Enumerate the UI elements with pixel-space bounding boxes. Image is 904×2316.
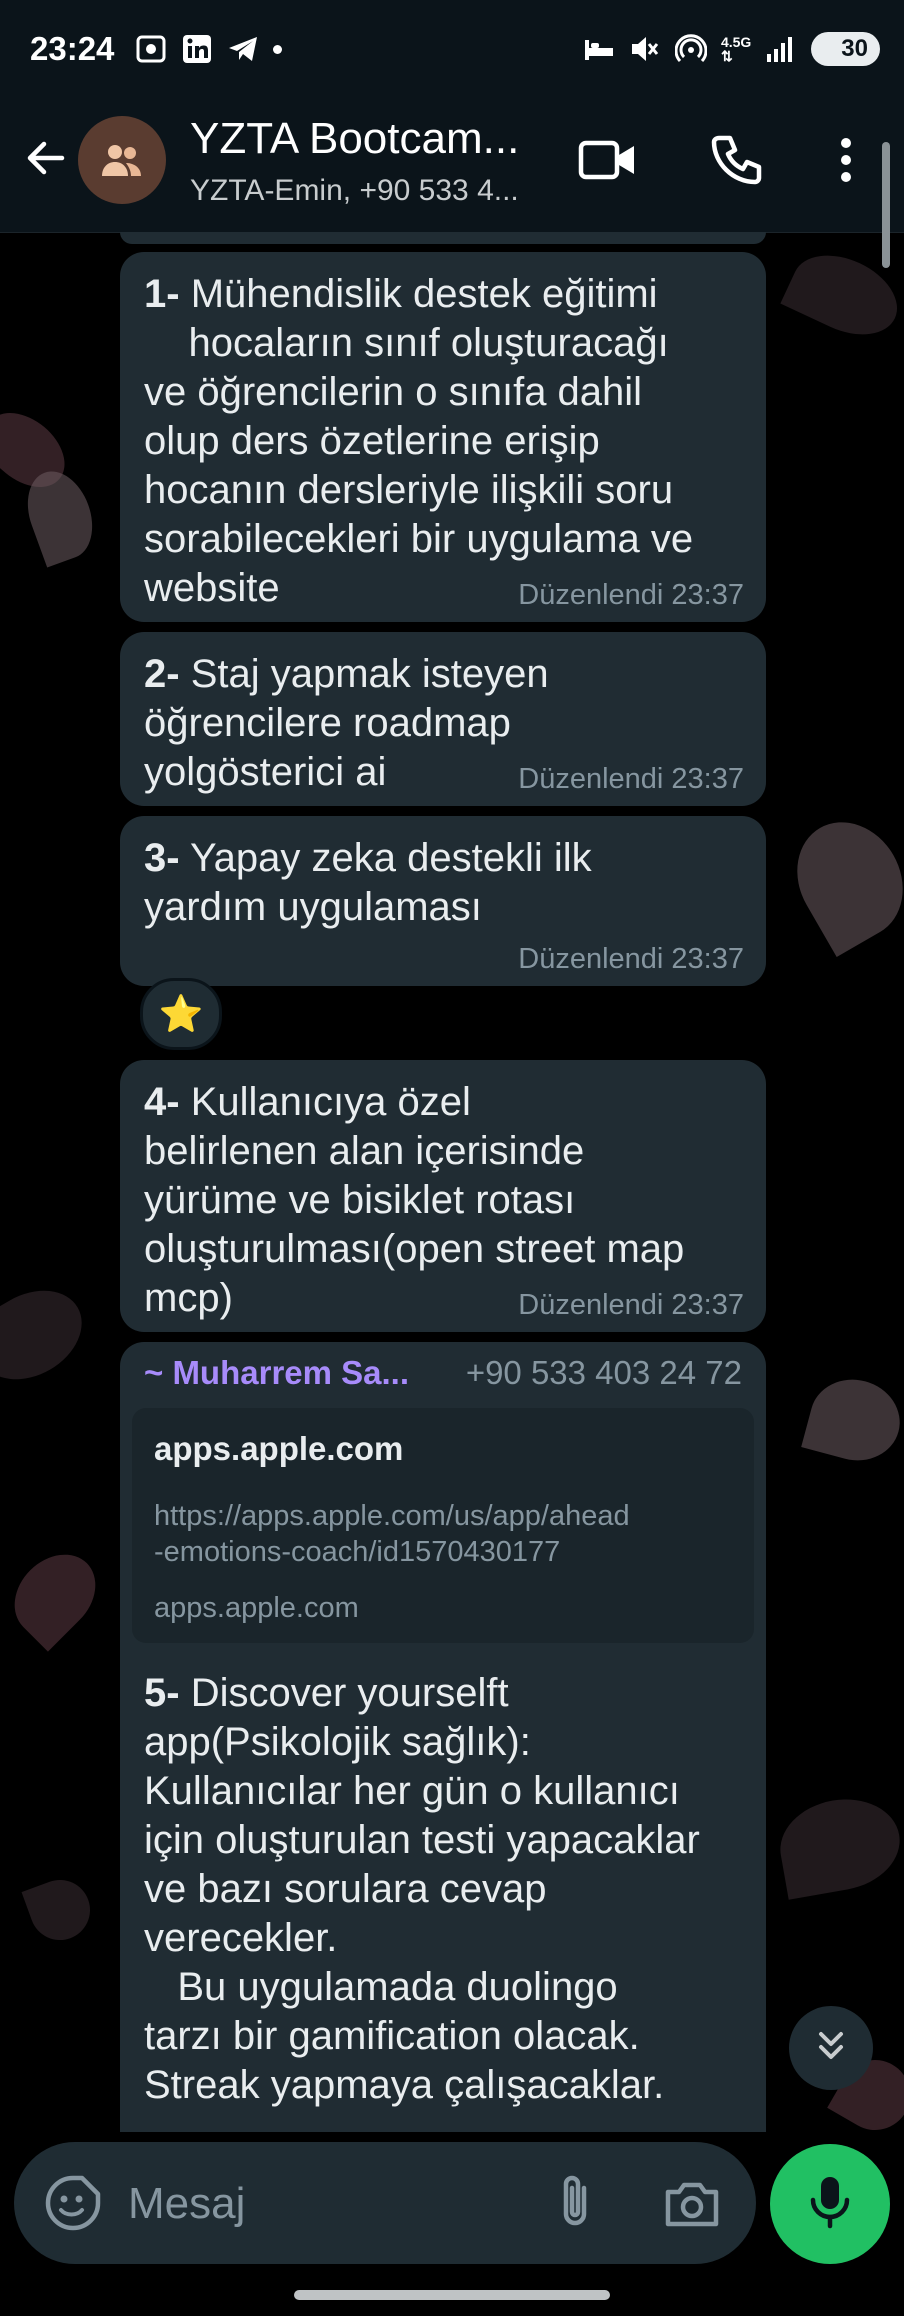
hotspot-icon	[674, 34, 708, 64]
more-vert-icon[interactable]	[814, 128, 878, 192]
link-title: apps.apple.com	[154, 1430, 404, 1467]
message-bubble[interactable]: ~ Muharrem Sa... +90 533 403 24 72 apps.…	[120, 1342, 766, 2132]
message-meta: Düzenlendi 23:37	[518, 579, 744, 611]
link-domain: apps.apple.com	[154, 1592, 359, 1624]
group-avatar-icon[interactable]	[78, 116, 166, 204]
telegram-icon	[227, 34, 259, 64]
emoji-sticker-icon[interactable]	[42, 2172, 104, 2234]
message-body: Kullanıcıya özel belirlenen alan içerisi…	[144, 1080, 685, 1320]
bed-icon	[583, 34, 615, 64]
status-bar: 23:24 4.5G ⇅ 30	[0, 0, 904, 100]
message-bubble[interactable]: 2- Staj yapmak isteyen öğrencilere roadm…	[120, 632, 766, 806]
home-indicator[interactable]	[294, 2290, 610, 2300]
message-bubble[interactable]: 3- Yapay zeka destekli ilk yardım uygula…	[120, 816, 766, 986]
message-body: Staj yapmak isteyen öğrencilere roadmap …	[144, 652, 549, 794]
sender-row: ~ Muharrem Sa... +90 533 403 24 72	[144, 1354, 742, 1392]
sender-phone: +90 533 403 24 72	[465, 1354, 742, 1391]
link-url[interactable]: https://apps.apple.com/us/app/ahead -emo…	[154, 1498, 732, 1570]
message-body: Discover yourselft app(Psikolojik sağlık…	[144, 1671, 700, 2107]
mic-icon	[808, 2174, 852, 2235]
scroll-down-icon	[811, 2026, 851, 2071]
dot-icon	[273, 44, 282, 54]
message-text: 5- Discover yourselft app(Psikolojik sağ…	[144, 1669, 742, 2110]
video-call-icon[interactable]	[576, 128, 640, 192]
link-preview[interactable]: apps.apple.com https://apps.apple.com/us…	[132, 1408, 754, 1643]
status-time: 23:24	[30, 30, 115, 67]
message-bubble[interactable]: 1- Mühendislik destek eğitimi hocaların …	[120, 252, 766, 622]
message-meta: Düzenlendi 23:37	[518, 943, 744, 975]
message-number: 5-	[144, 1671, 180, 1715]
chat-header: YZTA Bootcam... YZTA-Emin, +90 533 4...	[0, 100, 904, 233]
scroll-down-button[interactable]	[789, 2006, 873, 2090]
message-number: 2-	[144, 652, 180, 696]
star-reaction[interactable]: ⭐	[140, 978, 222, 1050]
phone-call-icon[interactable]	[704, 128, 768, 192]
mic-button[interactable]	[770, 2144, 890, 2264]
attach-icon[interactable]	[544, 2170, 608, 2234]
message-meta: Düzenlendi 23:37	[518, 763, 744, 795]
screenshot-icon	[135, 34, 167, 64]
linkedin-icon	[181, 34, 213, 64]
battery-level: 30	[841, 35, 868, 62]
message-number: 3-	[144, 836, 180, 880]
sender-name[interactable]: ~ Muharrem Sa...	[144, 1354, 409, 1392]
message-body: Yapay zeka destekli ilk yardım uygulamas…	[144, 836, 592, 929]
message-meta: Düzenlendi 23:37	[518, 1289, 744, 1321]
chat-title[interactable]: YZTA Bootcam...	[190, 114, 519, 164]
message-number: 4-	[144, 1080, 180, 1124]
message-text: 4- Kullanıcıya özel belirlenen alan içer…	[144, 1078, 742, 1323]
message-composer	[14, 2142, 756, 2264]
message-input[interactable]	[126, 2172, 530, 2236]
back-arrow-icon[interactable]	[18, 130, 74, 186]
chat-subtitle[interactable]: YZTA-Emin, +90 533 4...	[190, 174, 519, 208]
network-4-5g-icon: 4.5G ⇅	[720, 34, 752, 64]
message-body: Mühendislik destek eğitimi hocaların sın…	[144, 272, 694, 610]
message-number: 1-	[144, 272, 180, 316]
mute-icon	[629, 34, 661, 64]
battery-icon: 30	[811, 32, 880, 66]
signal-icon	[765, 34, 797, 64]
message-text: 3- Yapay zeka destekli ilk yardım uygula…	[144, 834, 742, 932]
camera-icon[interactable]	[660, 2172, 724, 2236]
message-bubble[interactable]: 4- Kullanıcıya özel belirlenen alan içer…	[120, 1060, 766, 1332]
message-text: 1- Mühendislik destek eğitimi hocaların …	[144, 270, 742, 613]
scrollbar-thumb[interactable]	[882, 142, 890, 268]
previous-message-edge	[120, 232, 766, 244]
star-icon: ⭐	[158, 993, 204, 1034]
